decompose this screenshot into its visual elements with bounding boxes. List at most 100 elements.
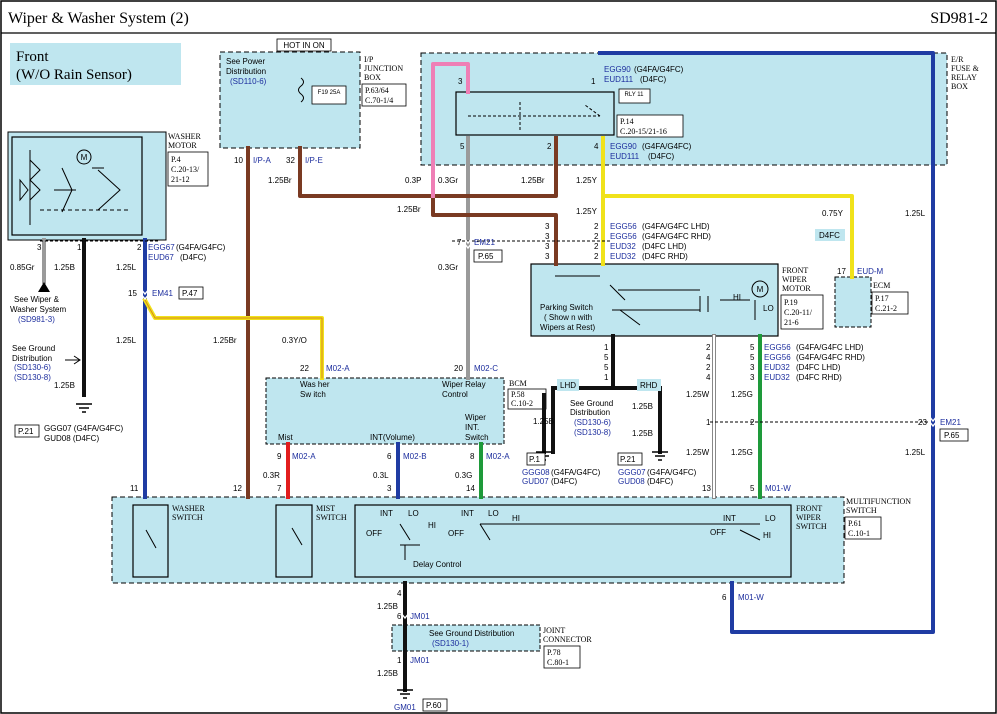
wire-label: 1.25B xyxy=(377,669,398,678)
pin: 13 xyxy=(702,484,711,493)
pin: 32 xyxy=(286,156,295,165)
joint-ref2: C.80-1 xyxy=(547,658,569,667)
bcm-ref1: P.58 xyxy=(511,390,525,399)
gnd-codes2: GUD08 (D4FC) xyxy=(44,434,99,443)
wire-label: 1.25G xyxy=(731,390,753,399)
pin: 3 xyxy=(387,484,392,493)
fwm-park1: Parking Switch xyxy=(540,303,593,312)
pin: 1 xyxy=(397,656,402,665)
rhd-g1v: (G4FA/G4FC) xyxy=(647,468,697,477)
wiring-diagram: Wiper & Washer System (2) SD981-2 Front … xyxy=(0,0,997,714)
conn-eud32dv: (D4FC RHD) xyxy=(796,373,842,382)
variant-line1: Front xyxy=(16,49,49,65)
mfs-washer1: WASHER xyxy=(172,504,206,513)
wire-label: 1.25G xyxy=(731,448,753,457)
conn-egg67: EGG67 xyxy=(148,243,175,252)
pin: 9 xyxy=(277,452,282,461)
see-ground2: Distribution xyxy=(12,354,52,363)
conn-egg90bv: (G4FA/G4FC) xyxy=(642,142,692,151)
mfs-front1: FRONT xyxy=(796,504,822,513)
mfs-box xyxy=(111,496,845,584)
rhd-label: RHD xyxy=(640,381,658,390)
washer-motor-ref3: 21-12 xyxy=(171,175,190,184)
conn-eud32av: (D4FC LHD) xyxy=(642,242,687,251)
pin: 1 xyxy=(706,418,711,427)
arrow-right-icon xyxy=(65,355,81,365)
rhd-g2v: (D4FC) xyxy=(647,477,674,486)
pin: 2 xyxy=(594,242,599,251)
see-ground1: See Ground xyxy=(12,344,55,353)
washer-motor-ref2: C.20-13/ xyxy=(171,165,200,174)
joint-name1: JOINT xyxy=(543,626,565,635)
mfs-off2-label: OFF xyxy=(448,529,464,538)
pin: 11 xyxy=(130,484,139,493)
ij-ref1: P.63/64 xyxy=(365,86,389,95)
mfs-lo3-label: LO xyxy=(765,514,776,523)
bcm-relay2: Control xyxy=(442,390,468,399)
conn-egg56dv: (G4FA/G4FC RHD) xyxy=(796,353,865,362)
washer-motor-ref1: P.4 xyxy=(171,155,181,164)
conn-eud67v: (D4FC) xyxy=(180,253,207,262)
wire-label: 1.25W xyxy=(686,448,710,457)
er-ref2: C.20-15/21-16 xyxy=(620,127,667,136)
pin: 14 xyxy=(466,484,475,493)
conn-m01w: M01-W xyxy=(765,484,791,493)
lhd-p1: P.1 xyxy=(529,455,541,464)
pin: 5 xyxy=(750,353,755,362)
mfs-ref1: P.61 xyxy=(848,519,862,528)
mfs-front3: SWITCH xyxy=(796,522,827,531)
wire-label: 1.25B xyxy=(54,381,75,390)
pin: 2 xyxy=(594,222,599,231)
pin: 5 xyxy=(604,363,609,372)
rhd-g2: GUD08 xyxy=(618,477,645,486)
er-relay-label: RLY 11 xyxy=(624,92,644,98)
fwm-ref2: C.20-11/ xyxy=(784,308,813,317)
washer-motor-name2: MOTOR xyxy=(168,141,197,150)
wire-label: 1.25B xyxy=(533,417,554,426)
pin: 3 xyxy=(458,77,463,86)
fwm-name2: WIPER xyxy=(782,275,808,284)
rhd-p21: P.21 xyxy=(620,455,636,464)
fwm-hi-label: HI xyxy=(733,293,741,302)
lhd-g2v: (D4FC) xyxy=(551,477,578,486)
joint-name2: CONNECTOR xyxy=(543,635,592,644)
ecm-box xyxy=(834,276,872,328)
wire-label: 1.25L xyxy=(116,263,137,272)
bcm-relay1: Wiper Relay xyxy=(442,380,486,389)
mfs-int3-label: INT xyxy=(723,514,736,523)
conn-m02c: M02-C xyxy=(474,364,498,373)
joint-ref1: P.78 xyxy=(547,648,561,657)
pin: 7 xyxy=(277,484,282,493)
mfs-lo-label: LO xyxy=(408,509,419,518)
wire-label: 0.75Y xyxy=(822,209,844,218)
wire-label: 1.25Y xyxy=(576,176,598,185)
fwm-ref1: P.19 xyxy=(784,298,798,307)
conn-eud111: EUD111 xyxy=(604,75,634,84)
pin: 2 xyxy=(594,232,599,241)
bcm-wint3: Switch xyxy=(465,433,489,442)
pin: 15 xyxy=(128,289,137,298)
arrow-up-icon xyxy=(38,282,50,292)
wire-label: 1.25B xyxy=(632,402,653,411)
er-name4: BOX xyxy=(951,82,968,91)
wire-label: 1.25Br xyxy=(521,176,545,185)
pin: 3 xyxy=(750,363,755,372)
pin: 6 xyxy=(387,452,392,461)
wire-label: 1.25L xyxy=(116,336,137,345)
pin: 3 xyxy=(545,252,550,261)
pin: 5 xyxy=(460,142,465,151)
pin: 2 xyxy=(706,363,711,372)
conn-eud111bv: (D4FC) xyxy=(648,152,675,161)
mfs-mist1: MIST xyxy=(316,504,335,513)
mfs-off-label: OFF xyxy=(366,529,382,538)
pin: 23 xyxy=(918,418,927,427)
conn-em21b: EM21 xyxy=(940,418,961,427)
fwm-name1: FRONT xyxy=(782,266,808,275)
see-wiper2: Washer System xyxy=(10,305,66,314)
ij-name3: BOX xyxy=(364,73,381,82)
pin: 17 xyxy=(837,267,846,276)
pin: 12 xyxy=(233,484,242,493)
conn-p65: P.65 xyxy=(478,252,494,261)
conn-eud32b: EUD32 xyxy=(610,252,636,261)
bcm-mist: Mist xyxy=(278,433,293,442)
